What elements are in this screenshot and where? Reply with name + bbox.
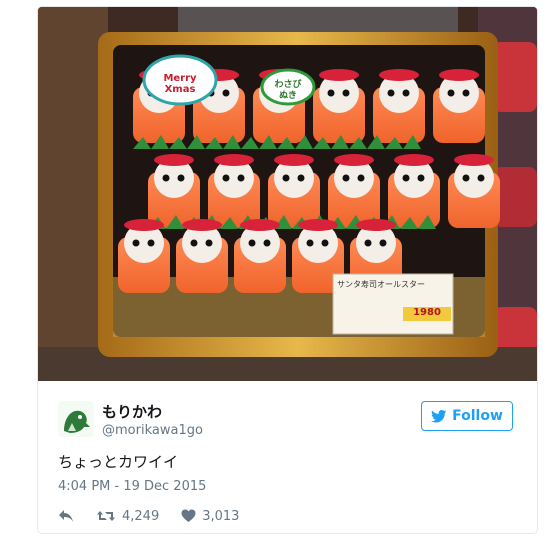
heart-icon <box>181 509 196 522</box>
tweet-text: ちょっとカワイイ <box>58 453 179 471</box>
tweet-card: Merry Xmas わさび ぬき サンタ寿司オールスター 1980 もりかわ … <box>37 6 538 534</box>
tweet-photo[interactable]: Merry Xmas わさび ぬき サンタ寿司オールスター 1980 <box>38 7 537 381</box>
sushi-tray-image <box>38 7 537 381</box>
wasabi-badge-line2: ぬき <box>279 91 297 101</box>
like-button[interactable]: 3,013 <box>181 509 239 524</box>
retweet-button[interactable]: 4,249 <box>96 509 159 524</box>
user-avatar-image <box>58 401 94 437</box>
user-handle[interactable]: @morikawa1go <box>102 423 203 438</box>
reply-button[interactable] <box>58 509 74 523</box>
follow-button[interactable]: Follow <box>421 401 513 431</box>
twitter-bird-icon <box>431 409 447 422</box>
tweet-meta: もりかわ @morikawa1go Follow ちょっとカワイイ 4:04 P… <box>38 381 537 533</box>
display-name[interactable]: もりかわ <box>102 401 162 422</box>
retweet-icon <box>97 511 115 521</box>
price-label-price: 1980 <box>413 307 441 318</box>
tweet-timestamp[interactable]: 4:04 PM - 19 Dec 2015 <box>58 479 206 494</box>
like-count: 3,013 <box>202 508 240 524</box>
price-label-title: サンタ寿司オールスター <box>337 280 425 289</box>
retweet-count: 4,249 <box>122 508 160 524</box>
xmas-badge-label: Merry Xmas <box>163 73 197 95</box>
tweet-actions: 4,249 3,013 <box>58 507 239 525</box>
reply-icon <box>59 510 73 522</box>
follow-button-label: Follow <box>452 408 503 424</box>
avatar[interactable] <box>58 401 94 437</box>
